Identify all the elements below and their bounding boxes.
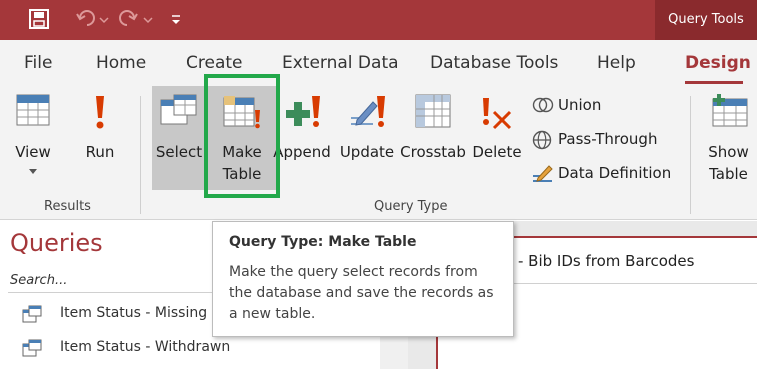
show-table-button[interactable]: Show Table — [700, 86, 757, 190]
document-tab-title[interactable]: - Bib IDs from Barcodes — [518, 252, 694, 270]
tooltip-title: Query Type: Make Table — [229, 234, 417, 250]
tab-database-tools[interactable]: Database Tools — [430, 53, 558, 73]
delete-button[interactable]: Delete — [470, 86, 524, 190]
list-item-label: Item Status - Missing — [60, 305, 208, 321]
show-table-icon — [712, 94, 747, 127]
ribbon: View Run Results Select Make Table Appen… — [0, 86, 757, 220]
update-pencil-icon — [351, 96, 385, 127]
data-definition-button[interactable]: Data Definition — [532, 162, 678, 184]
tab-create[interactable]: Create — [186, 53, 243, 73]
select-button[interactable]: Select — [154, 86, 204, 190]
group-separator — [690, 96, 691, 214]
crosstab-label: Crosstab — [400, 143, 466, 161]
update-button[interactable]: Update — [336, 86, 398, 190]
show-table-label-line1: Show — [708, 143, 749, 161]
make-table-highlight-box — [204, 74, 280, 198]
tab-design[interactable]: Design — [685, 53, 751, 73]
run-label: Run — [85, 143, 115, 161]
redo-icon[interactable] — [118, 10, 158, 28]
chevron-down-icon — [29, 169, 37, 174]
active-tab-indicator — [685, 81, 743, 84]
datasheet-view-icon — [16, 94, 50, 126]
delete-label: Delete — [472, 143, 522, 161]
view-label: View — [15, 143, 51, 161]
list-item[interactable]: Item Status - Withdrawn — [22, 337, 372, 361]
crosstab-button[interactable]: Crosstab — [398, 86, 468, 190]
select-query-icon — [160, 94, 197, 125]
tab-help[interactable]: Help — [597, 53, 636, 73]
nav-pane-title: Queries — [10, 229, 103, 257]
tooltip-body: Make the query select records from the d… — [229, 264, 494, 322]
union-label: Union — [558, 96, 602, 114]
globe-icon — [532, 130, 552, 150]
ribbon-tabs: File Home Create External Data Database … — [0, 40, 757, 86]
run-exclamation-icon — [96, 96, 104, 129]
select-label: Select — [155, 143, 203, 161]
pass-through-button[interactable]: Pass-Through — [532, 128, 672, 150]
group-label-query-type: Query Type — [374, 199, 448, 214]
data-definition-icon — [533, 165, 553, 182]
update-label: Update — [339, 143, 395, 161]
run-button[interactable]: Run — [78, 86, 122, 190]
append-icon — [286, 96, 320, 127]
tab-file[interactable]: File — [24, 53, 52, 73]
union-icon — [532, 97, 554, 113]
make-table-tooltip: Query Type: Make Table Make the query se… — [212, 221, 514, 337]
crosstab-icon — [415, 94, 451, 128]
context-tab-query-tools: Query Tools — [655, 0, 757, 40]
list-item-label: Item Status - Withdrawn — [60, 339, 231, 355]
save-icon[interactable] — [28, 8, 50, 30]
tab-home[interactable]: Home — [96, 53, 146, 73]
query-icon — [22, 339, 42, 357]
customize-toolbar-icon[interactable] — [170, 10, 182, 28]
group-label-results: Results — [44, 199, 91, 214]
title-bar: Query Tools — [0, 0, 757, 40]
undo-icon[interactable] — [76, 10, 116, 28]
query-icon — [22, 305, 42, 323]
group-separator — [140, 96, 141, 214]
view-button[interactable]: View — [8, 86, 58, 190]
data-definition-label: Data Definition — [558, 164, 672, 182]
pass-through-label: Pass-Through — [558, 130, 658, 148]
union-button[interactable]: Union — [532, 94, 642, 116]
delete-query-icon — [483, 98, 512, 130]
show-table-label-line2: Table — [709, 165, 748, 183]
tab-external-data[interactable]: External Data — [282, 53, 399, 73]
